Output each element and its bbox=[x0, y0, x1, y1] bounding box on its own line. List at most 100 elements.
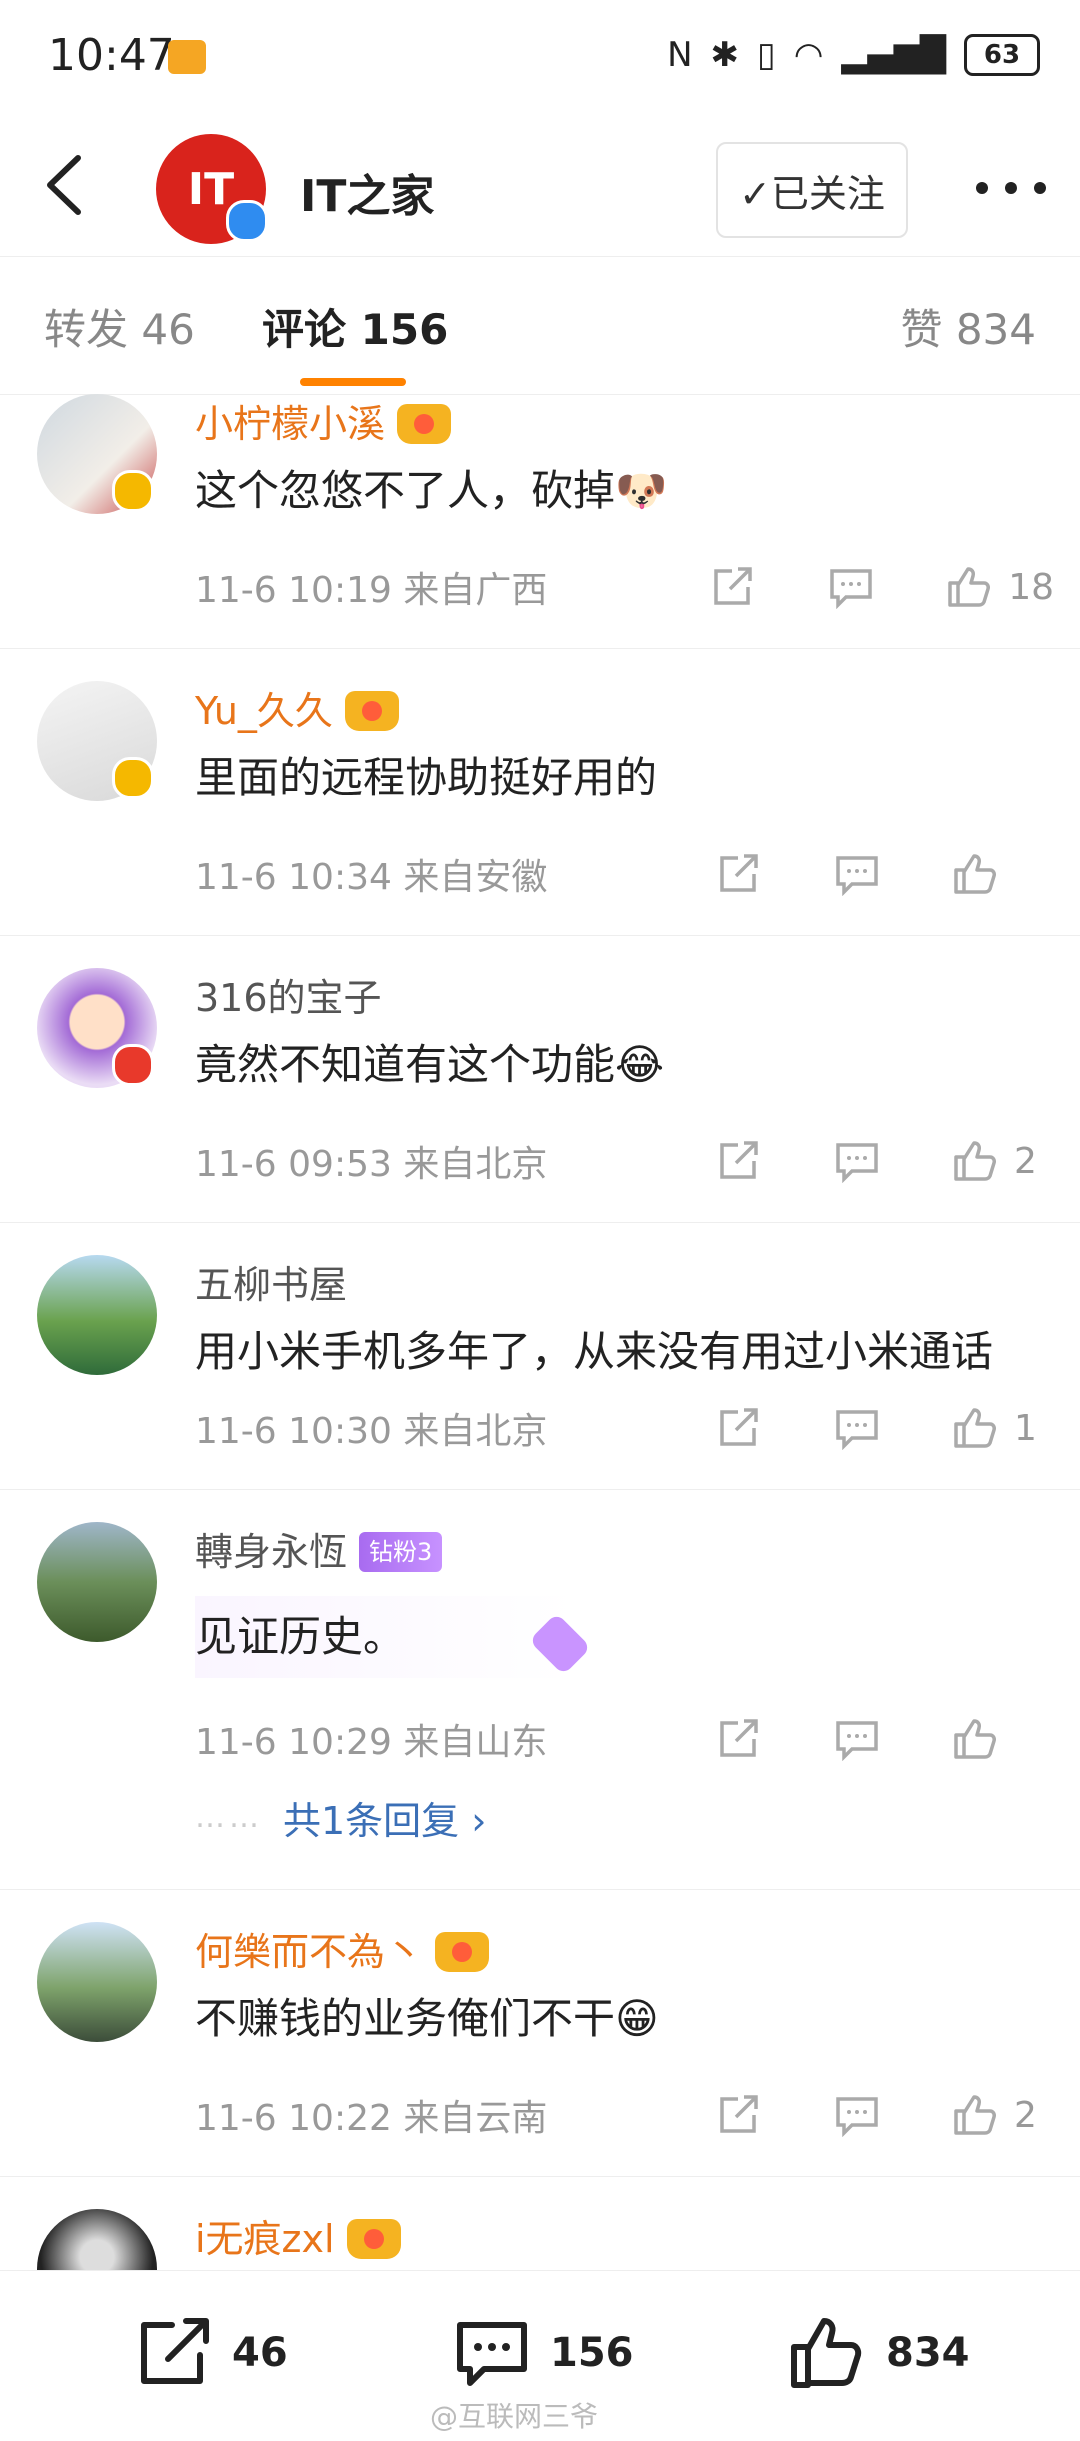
verified-icon bbox=[112, 470, 154, 512]
verified-icon bbox=[226, 200, 268, 242]
view-replies-link[interactable]: …… 共1条回复 › bbox=[195, 1790, 1080, 1845]
comment-text: 见证历史。 bbox=[195, 1612, 406, 1661]
comment-icon bbox=[457, 2322, 527, 2386]
like-icon bbox=[791, 2318, 862, 2388]
share-icon[interactable] bbox=[716, 1139, 762, 1183]
comment-text: 里面的远程协助挺好用的 bbox=[195, 753, 658, 802]
fan-level-badge: 钻粉3 bbox=[359, 1532, 443, 1572]
crown-icon bbox=[397, 404, 452, 444]
more-icon[interactable] bbox=[976, 168, 1046, 208]
tab-likes[interactable]: 赞 834 bbox=[900, 296, 1036, 357]
repost-button[interactable]: 46 bbox=[134, 2315, 288, 2391]
header: IT IT之家 ✓已关注 bbox=[0, 120, 1080, 257]
comment-list[interactable]: 小柠檬小溪 这个忽悠不了人，砍掉🐶 11-6 10:19 来自广西 18 Yu_… bbox=[0, 394, 1080, 2270]
verified-icon bbox=[112, 757, 154, 799]
status-bar: 10:47 N ✱ ▯ ◠ ▂▄▆█ 63 bbox=[0, 0, 1080, 120]
vibrate-icon: ▯ bbox=[757, 35, 776, 75]
comment-meta: 11-6 10:34 来自安徽 bbox=[195, 857, 548, 898]
comment-meta: 11-6 10:19 来自广西 bbox=[195, 570, 548, 611]
repost-icon bbox=[141, 2318, 209, 2384]
comment-icon[interactable] bbox=[834, 852, 880, 896]
weibo-notification-icon bbox=[168, 40, 206, 74]
like-count: 1 bbox=[1014, 1407, 1037, 1449]
comment-item: 何樂而不為丶 不赚钱的业务俺们不干😁 11-6 10:22 来自云南 2 bbox=[0, 1890, 1080, 2177]
comment-meta: 11-6 10:30 来自北京 bbox=[195, 1411, 548, 1452]
comment-item: 轉身永恆 钻粉3 见证历史。 11-6 10:29 来自山东 …… 共1条回复 … bbox=[0, 1490, 1080, 1890]
account-name[interactable]: IT之家 bbox=[300, 160, 434, 224]
comment-icon[interactable] bbox=[828, 565, 874, 609]
comment-button[interactable]: 156 bbox=[452, 2315, 634, 2391]
watermark: @互联网三爷 bbox=[430, 2400, 599, 2433]
comment-text: 不赚钱的业务俺们不干😁 bbox=[195, 1994, 659, 2043]
like-count: 18 bbox=[1008, 566, 1054, 608]
comment-icon[interactable] bbox=[834, 1139, 880, 1183]
comment-icon[interactable] bbox=[834, 1717, 880, 1761]
crown-icon bbox=[344, 691, 399, 731]
wifi-icon: ◠ bbox=[793, 35, 824, 75]
follow-button[interactable]: ✓已关注 bbox=[716, 142, 908, 238]
comment-username[interactable]: 何樂而不為丶 bbox=[195, 1922, 423, 1982]
bluetooth-icon: ✱ bbox=[710, 35, 740, 75]
comment-item: 小柠檬小溪 这个忽悠不了人，砍掉🐶 11-6 10:19 来自广西 18 bbox=[0, 394, 1080, 649]
status-icons: N ✱ ▯ ◠ ▂▄▆█ 63 bbox=[667, 34, 1040, 76]
comment-username[interactable]: i无痕zxl bbox=[195, 2209, 335, 2269]
like-count: 2 bbox=[1014, 1140, 1037, 1182]
like-button[interactable]: 834 bbox=[788, 2315, 970, 2391]
verified-icon bbox=[112, 1044, 154, 1086]
comment-item: Yu_久久 里面的远程协助挺好用的 11-6 10:34 来自安徽 bbox=[0, 649, 1080, 936]
comment-meta: 11-6 09:53 来自北京 bbox=[195, 1144, 548, 1185]
comment-item: 316的宝子 竟然不知道有这个功能😂 11-6 09:53 来自北京 2 bbox=[0, 936, 1080, 1223]
like-icon[interactable] bbox=[952, 1406, 998, 1450]
comment-username[interactable]: 轉身永恆 bbox=[195, 1522, 347, 1582]
replies-label[interactable]: 共1条回复 › bbox=[283, 1790, 486, 1845]
repost-count: 46 bbox=[232, 2330, 288, 2376]
comment-bubble: 见证历史。 bbox=[195, 1596, 592, 1678]
comment-username[interactable]: 小柠檬小溪 bbox=[195, 394, 385, 454]
signal-icon: ▂▄▆█ bbox=[841, 35, 946, 75]
comment-username[interactable]: 五柳书屋 bbox=[195, 1255, 347, 1315]
back-icon[interactable] bbox=[38, 150, 98, 220]
comment-icon[interactable] bbox=[834, 1406, 880, 1450]
share-icon[interactable] bbox=[716, 852, 762, 896]
logo-text: IT bbox=[187, 163, 235, 215]
share-icon[interactable] bbox=[710, 565, 756, 609]
like-icon[interactable] bbox=[946, 565, 992, 609]
comment-text: 用小米手机多年了，从来没有用过小米通话 bbox=[195, 1327, 994, 1376]
comment-item: i无痕zxl bbox=[0, 2177, 1080, 2270]
active-tab-indicator bbox=[300, 378, 406, 386]
like-count: 834 bbox=[886, 2330, 970, 2376]
avatar[interactable] bbox=[37, 2209, 157, 2270]
like-icon[interactable] bbox=[952, 1717, 998, 1761]
like-icon[interactable] bbox=[952, 2093, 998, 2137]
comment-username[interactable]: 316的宝子 bbox=[195, 968, 382, 1028]
share-icon[interactable] bbox=[716, 1717, 762, 1761]
comment-item: 五柳书屋 用小米手机多年了，从来没有用过小米通话 11-6 10:30 来自北京… bbox=[0, 1223, 1080, 1490]
comment-count: 156 bbox=[550, 2330, 634, 2376]
like-icon[interactable] bbox=[952, 1139, 998, 1183]
comment-text: 这个忽悠不了人，砍掉🐶 bbox=[195, 466, 668, 515]
status-time: 10:47 bbox=[48, 30, 175, 81]
comment-meta: 11-6 10:22 来自云南 bbox=[195, 2098, 548, 2139]
bottom-action-bar: 46 156 834 @互联网三爷 bbox=[0, 2270, 1080, 2441]
battery-icon: 63 bbox=[964, 34, 1040, 76]
comment-text: 竟然不知道有这个功能😂 bbox=[195, 1040, 665, 1089]
avatar[interactable] bbox=[37, 1522, 157, 1642]
tab-comments[interactable]: 评论 156 bbox=[262, 296, 448, 357]
replies-dots: …… bbox=[195, 1800, 263, 1835]
avatar[interactable] bbox=[37, 1255, 157, 1375]
crown-icon bbox=[435, 1932, 490, 1972]
account-avatar[interactable]: IT bbox=[156, 134, 268, 244]
comment-username[interactable]: Yu_久久 bbox=[195, 681, 333, 741]
crown-icon bbox=[346, 2219, 401, 2259]
comment-icon[interactable] bbox=[834, 2093, 880, 2137]
nfc-icon: N bbox=[667, 35, 693, 75]
comment-meta: 11-6 10:29 来自山东 bbox=[195, 1722, 548, 1763]
tab-bar: 转发 46 评论 156 赞 834 bbox=[0, 258, 1080, 395]
share-icon[interactable] bbox=[716, 1406, 762, 1450]
like-count: 2 bbox=[1014, 2094, 1037, 2136]
tab-reposts[interactable]: 转发 46 bbox=[44, 296, 195, 357]
share-icon[interactable] bbox=[716, 2093, 762, 2137]
like-icon[interactable] bbox=[952, 852, 998, 896]
diamond-icon bbox=[528, 1612, 592, 1676]
avatar[interactable] bbox=[37, 1922, 157, 2042]
